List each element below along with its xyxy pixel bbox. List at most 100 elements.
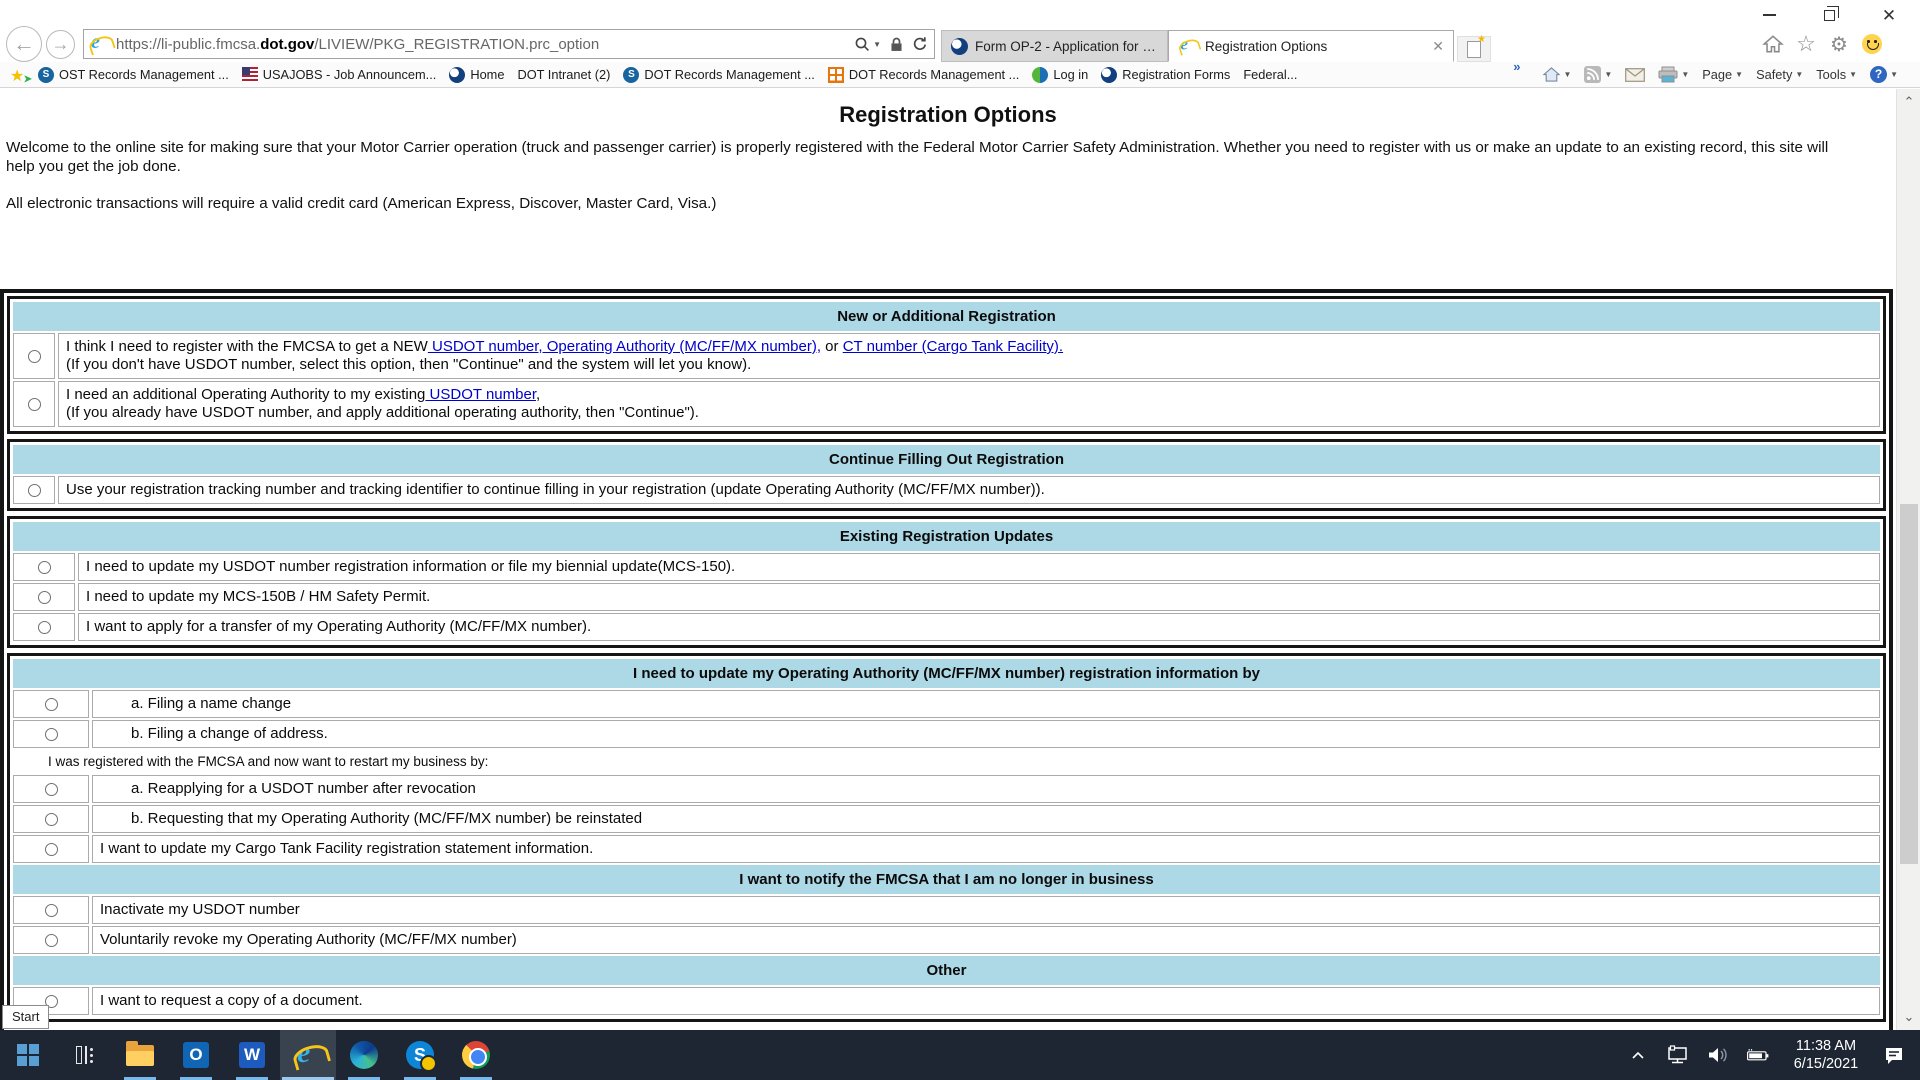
lock-icon (890, 37, 903, 52)
network-icon[interactable] (1666, 1040, 1690, 1070)
favorite-home[interactable]: Home (449, 67, 504, 83)
scrollbar-thumb[interactable] (1900, 504, 1918, 864)
home-icon[interactable] (1761, 32, 1785, 56)
option-row-cargo-tank-update: I want to update my Cargo Tank Facility … (13, 835, 1880, 863)
print-icon[interactable]: ▼ (1658, 66, 1689, 84)
url-text[interactable]: https://li-public.fmcsa.dot.gov/LIVIEW/P… (116, 36, 845, 53)
favorites-star-icon[interactable]: ☆ (1794, 32, 1818, 56)
radio-tracking-number[interactable] (28, 484, 41, 497)
favorite-log-in[interactable]: Log in (1032, 67, 1088, 83)
credit-card-note: All electronic transactions will require… (0, 195, 1896, 212)
scroll-down-icon[interactable]: ⌄ (1897, 1006, 1920, 1028)
radio-reinstate-authority[interactable] (45, 813, 58, 826)
page-title: Registration Options (0, 102, 1896, 128)
battery-icon[interactable] (1746, 1040, 1770, 1070)
section-header: Continue Filling Out Registration (13, 445, 1880, 474)
file-explorer-button[interactable] (112, 1030, 168, 1080)
rss-feed-button[interactable]: ▼ (1584, 66, 1612, 83)
tab-label: Form OP-2 - Application for M... (975, 39, 1158, 54)
radio-address-change[interactable] (45, 728, 58, 741)
start-button[interactable] (0, 1030, 56, 1080)
section-header-no-longer-in-business: I want to notify the FMCSA that I am no … (13, 865, 1880, 894)
radio-inactivate-usdot[interactable] (45, 904, 58, 917)
new-tab-button[interactable] (1457, 36, 1491, 62)
internet-explorer-button[interactable]: e (280, 1030, 336, 1080)
radio-revoke-authority[interactable] (45, 934, 58, 947)
radio-new-usdot[interactable] (28, 350, 41, 363)
tab-form-op2[interactable]: Form OP-2 - Application for M... (941, 30, 1168, 62)
search-icon[interactable]: ▼ (854, 36, 881, 52)
page-menu[interactable]: Page▼ (1702, 67, 1743, 82)
section-header: New or Additional Registration (13, 302, 1880, 331)
favorite-federal[interactable]: Federal... (1243, 67, 1297, 82)
minimize-button[interactable] (1756, 6, 1782, 24)
safety-menu[interactable]: Safety▼ (1756, 67, 1803, 82)
favorites-bar: ★➤ S OST Records Management ... USAJOBS … (0, 62, 1920, 88)
favorites-overflow-chevron[interactable]: » (1513, 59, 1518, 74)
task-view-button[interactable] (56, 1030, 112, 1080)
radio-reapply-usdot[interactable] (45, 783, 58, 796)
section-update-authority: I need to update my Operating Authority … (7, 653, 1886, 1022)
option-row-transfer-authority: I want to apply for a transfer of my Ope… (13, 613, 1880, 641)
favorite-dot-intranet[interactable]: DOT Intranet (2) (517, 67, 610, 82)
home-page-button[interactable]: ▼ (1542, 66, 1572, 83)
vertical-scrollbar[interactable]: ⌃ ⌄ (1896, 89, 1920, 1030)
link-ct-number[interactable]: CT number (Cargo Tank Facility). (843, 338, 1063, 355)
radio-additional-authority[interactable] (28, 398, 41, 411)
back-button[interactable]: ← (6, 26, 42, 62)
link-usdot-number[interactable]: USDOT number (425, 386, 536, 403)
dot-logo-icon (1101, 67, 1117, 83)
favorite-usajobs[interactable]: USAJOBS - Job Announcem... (242, 67, 437, 83)
command-bar: » ▼ ▼ ▼ Page▼ Safety▼ Tools▼ ?▼ (1513, 66, 1920, 84)
chrome-button[interactable] (448, 1030, 504, 1080)
read-mail-icon[interactable] (1625, 68, 1645, 82)
favorite-dot-records-2[interactable]: DOT Records Management ... (828, 67, 1019, 83)
scroll-up-icon[interactable]: ⌃ (1897, 91, 1920, 113)
office-grid-icon (828, 67, 844, 83)
sharepoint-icon: S (623, 67, 639, 83)
browser-chrome: ✕ ← → e https://li-public.fmcsa.dot.gov/… (0, 0, 1920, 90)
radio-mcs150b[interactable] (38, 591, 51, 604)
word-button[interactable]: W (224, 1030, 280, 1080)
folder-icon (126, 1045, 154, 1066)
edge-button[interactable] (336, 1030, 392, 1080)
radio-biennial-update[interactable] (38, 561, 51, 574)
outlook-button[interactable]: O (168, 1030, 224, 1080)
tab-close-icon[interactable]: ✕ (1432, 38, 1444, 55)
refresh-icon[interactable] (912, 36, 928, 52)
add-favorite-icon[interactable]: ★➤ (10, 66, 30, 84)
favorite-dot-records-1[interactable]: S DOT Records Management ... (623, 67, 814, 83)
forward-button[interactable]: → (46, 30, 75, 59)
tab-label: Registration Options (1205, 39, 1426, 54)
option-row-mcs150b: I need to update my MCS-150B / HM Safety… (13, 583, 1880, 611)
favorite-registration-forms[interactable]: Registration Forms (1101, 67, 1230, 83)
registration-options-form: New or Additional Registration I think I… (0, 289, 1893, 1030)
skype-button[interactable]: S (392, 1030, 448, 1080)
tray-chevron-up-icon[interactable] (1626, 1040, 1650, 1070)
tab-registration-options[interactable]: e Registration Options ✕ (1168, 30, 1454, 62)
feedback-smiley-icon[interactable] (1860, 32, 1884, 56)
link-usdot-operating-authority[interactable]: USDOT number, Operating Authority (MC/FF… (428, 338, 821, 355)
option-subtext: (If you don't have USDOT number, select … (66, 356, 1872, 374)
windows-logo-icon (17, 1044, 39, 1066)
favorite-ost-records[interactable]: S OST Records Management ... (38, 67, 229, 83)
taskbar-clock[interactable]: 11:38 AM 6/15/2021 (1786, 1037, 1866, 1073)
option-row-copy-of-document: I want to request a copy of a document. (13, 987, 1880, 1015)
action-center-icon[interactable] (1882, 1040, 1906, 1070)
volume-icon[interactable] (1706, 1040, 1730, 1070)
close-button[interactable]: ✕ (1876, 6, 1902, 24)
radio-cargo-tank-update[interactable] (45, 843, 58, 856)
radio-transfer-authority[interactable] (38, 621, 51, 634)
address-bar[interactable]: e https://li-public.fmcsa.dot.gov/LIVIEW… (83, 29, 935, 59)
sharepoint-icon: S (38, 67, 54, 83)
tools-menu[interactable]: Tools▼ (1816, 67, 1857, 82)
title-bar: ✕ (0, 0, 1920, 28)
intro-text: Welcome to the online site for making su… (0, 138, 1880, 176)
search-dropdown-icon[interactable]: ▼ (873, 40, 881, 49)
radio-name-change[interactable] (45, 698, 58, 711)
taskbar: O W e S 11:38 AM 6/15/2021 (0, 1030, 1920, 1080)
settings-gear-icon[interactable]: ⚙ (1827, 32, 1851, 56)
restore-button[interactable] (1816, 6, 1842, 24)
help-menu[interactable]: ?▼ (1870, 66, 1898, 83)
clock-time: 11:38 AM (1786, 1037, 1866, 1055)
